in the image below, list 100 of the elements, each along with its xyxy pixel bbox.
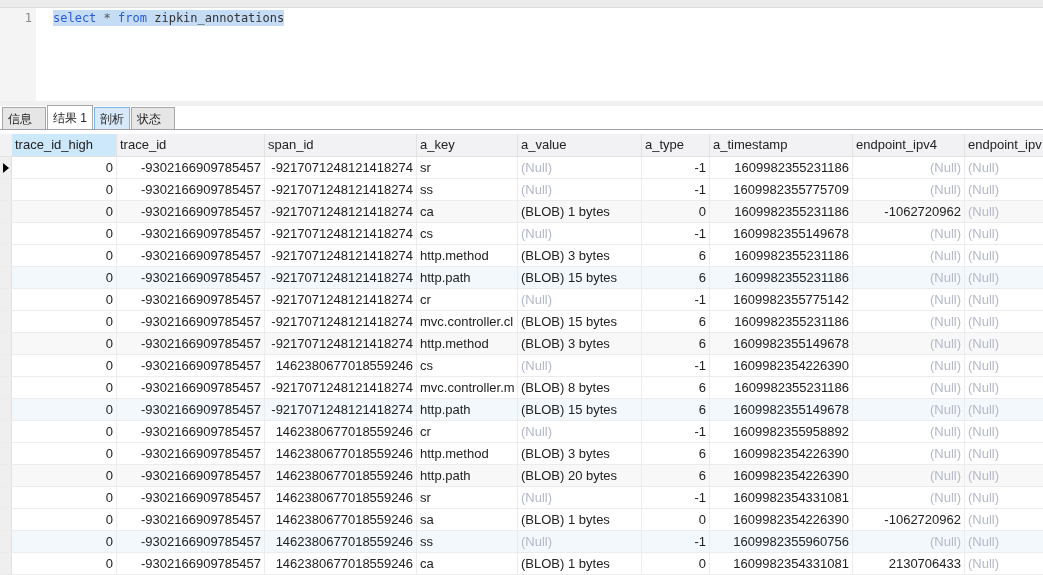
table-cell: 1462380677018559246 bbox=[265, 487, 417, 508]
table-row[interactable]: 0 -9302166909785457 1462380677018559246 http.method (BLOB) 3 bytes 6 1609982354226390 (Null) (Null) bbox=[0, 443, 1043, 465]
column-header[interactable]: endpoint_ipv4 bbox=[853, 134, 965, 156]
column-header[interactable]: a_key bbox=[417, 134, 518, 156]
table-cell: 1462380677018559246 bbox=[265, 509, 417, 530]
table-cell: sr bbox=[417, 487, 518, 508]
column-header[interactable]: endpoint_ipv bbox=[965, 134, 1043, 156]
table-cell: (Null) bbox=[518, 223, 642, 244]
table-cell: 6 bbox=[642, 333, 710, 354]
table-cell: -9302166909785457 bbox=[117, 333, 265, 354]
table-cell: 6 bbox=[642, 399, 710, 420]
table-cell: (Null) bbox=[965, 421, 1043, 442]
table-cell: 1609982355775709 bbox=[710, 179, 853, 200]
table-cell: -9302166909785457 bbox=[117, 465, 265, 486]
table-row[interactable]: 0 -9302166909785457 -9217071248121418274 cr (Null) -1 1609982355775142 (Null) (Null) bbox=[0, 289, 1043, 311]
table-cell: cr bbox=[417, 289, 518, 310]
table-cell: (Null) bbox=[853, 289, 965, 310]
table-cell: -9217071248121418274 bbox=[265, 333, 417, 354]
table-row[interactable]: 0 -9302166909785457 -9217071248121418274 http.method (BLOB) 3 bytes 6 1609982355231186 (Null) (Null) bbox=[0, 245, 1043, 267]
table-row[interactable]: 0 -9302166909785457 1462380677018559246 ca (BLOB) 1 bytes 0 1609982354331081 2130706433 (Null) bbox=[0, 553, 1043, 575]
table-cell: 0 bbox=[12, 311, 117, 332]
table-cell: -9217071248121418274 bbox=[265, 267, 417, 288]
table-row[interactable]: 0 -9302166909785457 -9217071248121418274 http.path (BLOB) 15 bytes 6 1609982355149678 (Null) (Null) bbox=[0, 399, 1043, 421]
table-cell: (BLOB) 1 bytes bbox=[518, 553, 642, 574]
table-cell: (Null) bbox=[965, 245, 1043, 266]
table-cell: (Null) bbox=[853, 157, 965, 178]
table-cell: 0 bbox=[12, 333, 117, 354]
table-row[interactable]: 0 -9302166909785457 1462380677018559246 http.path (BLOB) 20 bytes 6 1609982354226390 (Null) (Null) bbox=[0, 465, 1043, 487]
table-cell: 6 bbox=[642, 311, 710, 332]
table-cell: (Null) bbox=[853, 311, 965, 332]
table-cell: -9217071248121418274 bbox=[265, 245, 417, 266]
table-cell: http.method bbox=[417, 245, 518, 266]
table-cell: (Null) bbox=[965, 399, 1043, 420]
table-cell: -9217071248121418274 bbox=[265, 223, 417, 244]
table-cell: (Null) bbox=[518, 531, 642, 552]
table-row[interactable]: 0 -9302166909785457 -9217071248121418274 http.path (BLOB) 15 bytes 6 1609982355231186 (Null) (Null) bbox=[0, 267, 1043, 289]
table-cell: 1462380677018559246 bbox=[265, 443, 417, 464]
table-cell: cs bbox=[417, 223, 518, 244]
table-cell: (Null) bbox=[965, 333, 1043, 354]
column-header[interactable]: a_timestamp bbox=[710, 134, 853, 156]
table-cell: -1 bbox=[642, 223, 710, 244]
table-row[interactable]: 0 -9302166909785457 -9217071248121418274 ca (BLOB) 1 bytes 0 1609982355231186 -1062720962 (Null) bbox=[0, 201, 1043, 223]
table-cell: 1609982354331081 bbox=[710, 487, 853, 508]
column-header[interactable]: span_id bbox=[265, 134, 417, 156]
table-row[interactable]: 0 -9302166909785457 1462380677018559246 sa (BLOB) 1 bytes 0 1609982354226390 -1062720962 (Null) bbox=[0, 509, 1043, 531]
table-cell: -1 bbox=[642, 289, 710, 310]
table-cell: (BLOB) 15 bytes bbox=[518, 311, 642, 332]
table-cell: 1609982354226390 bbox=[710, 509, 853, 530]
table-cell: -9302166909785457 bbox=[117, 289, 265, 310]
result-tab[interactable]: 信息 bbox=[2, 107, 46, 130]
table-cell: (Null) bbox=[965, 201, 1043, 222]
column-header[interactable]: trace_id_high bbox=[12, 134, 117, 156]
table-cell: -9302166909785457 bbox=[117, 223, 265, 244]
table-cell: -9302166909785457 bbox=[117, 399, 265, 420]
table-cell: -9217071248121418274 bbox=[265, 377, 417, 398]
table-cell: sa bbox=[417, 509, 518, 530]
table-cell: 1609982355231186 bbox=[710, 311, 853, 332]
table-cell: http.path bbox=[417, 399, 518, 420]
table-cell: 0 bbox=[12, 531, 117, 552]
table-row[interactable]: 0 -9302166909785457 -9217071248121418274 mvc.controller.cl (BLOB) 15 bytes 6 1609982355231186 (Null) (Null) bbox=[0, 311, 1043, 333]
table-cell: (Null) bbox=[853, 333, 965, 354]
table-row[interactable]: 0 -9302166909785457 -9217071248121418274 sr (Null) -1 1609982355231186 (Null) (Null) bbox=[0, 157, 1043, 179]
table-cell: http.path bbox=[417, 267, 518, 288]
table-cell: 1609982355149678 bbox=[710, 333, 853, 354]
table-cell: (Null) bbox=[518, 157, 642, 178]
table-cell: -9302166909785457 bbox=[117, 531, 265, 552]
table-cell: 1609982354331081 bbox=[710, 553, 853, 574]
table-cell: -9302166909785457 bbox=[117, 553, 265, 574]
table-row[interactable]: 0 -9302166909785457 -9217071248121418274 http.method (BLOB) 3 bytes 6 1609982355149678 (Null) (Null) bbox=[0, 333, 1043, 355]
column-header[interactable]: a_type bbox=[642, 134, 710, 156]
table-cell: -1062720962 bbox=[853, 201, 965, 222]
table-cell: 0 bbox=[12, 399, 117, 420]
table-cell: -1 bbox=[642, 179, 710, 200]
column-header[interactable]: a_value bbox=[518, 134, 642, 156]
table-cell: -9302166909785457 bbox=[117, 179, 265, 200]
table-cell: 1462380677018559246 bbox=[265, 531, 417, 552]
table-row[interactable]: 0 -9302166909785457 -9217071248121418274 ss (Null) -1 1609982355775709 (Null) (Null) bbox=[0, 179, 1043, 201]
table-cell: -9217071248121418274 bbox=[265, 179, 417, 200]
row-header[interactable] bbox=[0, 157, 12, 178]
table-cell: (Null) bbox=[965, 553, 1043, 574]
table-cell: 0 bbox=[12, 267, 117, 288]
table-cell: (Null) bbox=[853, 531, 965, 552]
result-tab[interactable]: 状态 bbox=[131, 107, 175, 130]
result-tab[interactable]: 剖析 bbox=[94, 107, 130, 130]
table-row[interactable]: 0 -9302166909785457 -9217071248121418274 cs (Null) -1 1609982355149678 (Null) (Null) bbox=[0, 223, 1043, 245]
table-row[interactable]: 0 -9302166909785457 1462380677018559246 cs (Null) -1 1609982354226390 (Null) (Null) bbox=[0, 355, 1043, 377]
table-cell: -1 bbox=[642, 157, 710, 178]
table-cell: http.path bbox=[417, 465, 518, 486]
table-cell: -9302166909785457 bbox=[117, 355, 265, 376]
table-row[interactable]: 0 -9302166909785457 1462380677018559246 cr (Null) -1 1609982355958892 (Null) (Null) bbox=[0, 421, 1043, 443]
table-row[interactable]: 0 -9302166909785457 -9217071248121418274 mvc.controller.m (BLOB) 8 bytes 6 1609982355231186 (Null) (Null) bbox=[0, 377, 1043, 399]
table-cell: http.method bbox=[417, 333, 518, 354]
table-row[interactable]: 0 -9302166909785457 1462380677018559246 sr (Null) -1 1609982354331081 (Null) (Null) bbox=[0, 487, 1043, 509]
column-header[interactable]: trace_id bbox=[117, 134, 265, 156]
table-cell: ca bbox=[417, 201, 518, 222]
table-cell: cr bbox=[417, 421, 518, 442]
result-tab[interactable]: 结果 1 bbox=[47, 105, 93, 130]
table-row[interactable]: 0 -9302166909785457 1462380677018559246 ss (Null) -1 1609982355960756 (Null) (Null) bbox=[0, 531, 1043, 553]
table-cell: 1609982355231186 bbox=[710, 157, 853, 178]
table-cell: -1 bbox=[642, 421, 710, 442]
